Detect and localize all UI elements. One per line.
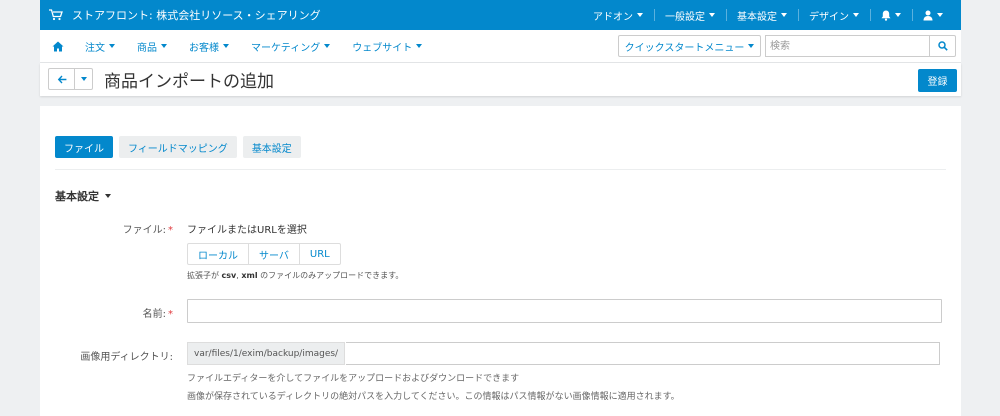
name-field[interactable] [187,299,942,323]
arrow-left-icon [57,75,66,83]
topmenu-basic-settings-label: 基本設定 [737,11,777,23]
nav-orders-label: 注文 [85,42,105,54]
search-icon [937,41,948,51]
storefront-selector[interactable]: ストアフロント: 株式会社リソース・シェアリング [49,7,321,23]
chevron-down-icon [748,44,755,48]
topmenu-addons-label: アドオン [593,11,633,23]
file-hint-suffix: のファイルのみアップロードできます。 [257,271,404,280]
chevron-down-icon [937,13,943,17]
nav-products[interactable]: 商品 [126,39,178,54]
user-menu[interactable] [912,0,961,30]
file-hint-prefix: 拡張子が [187,271,222,280]
tab-basic-settings[interactable]: 基本設定 [242,136,301,158]
tab-divider [55,169,946,170]
topmenu-basic-settings[interactable]: 基本設定 [726,0,798,30]
nav-orders[interactable]: 注文 [74,39,126,54]
nav-website-label: ウェブサイト [352,42,413,54]
file-hint-ext-csv: csv [221,271,237,280]
topmenu-design[interactable]: デザイン [798,0,870,30]
search-button[interactable] [929,35,956,57]
tab-bar: ファイル フィールドマッピング 基本設定 [55,136,307,158]
image-dir-help-absolute-path: 画像が保存されているディレクトリの絶対パスを入力してください。この情報はパス情報… [187,392,680,402]
chevron-down-icon [895,13,901,17]
file-hint: 拡張子が csv, xml のファイルのみアップロードできます。 [187,270,403,281]
top-bar: ストアフロント: 株式会社リソース・シェアリング アドオン 一般設定 基本設定 … [40,0,961,30]
back-button[interactable] [48,68,75,90]
topmenu-general-settings[interactable]: 一般設定 [654,0,726,30]
file-prompt: ファイルまたはURLを選択 [187,225,307,236]
section-heading: 基本設定 [55,190,99,203]
chevron-down-icon [105,194,111,198]
search-input[interactable] [765,35,929,57]
user-icon [923,10,933,20]
cart-icon [49,9,63,21]
notifications-menu[interactable] [870,0,912,30]
page-title: 商品インポートの追加 [104,72,274,92]
name-label-text: 名前: [142,309,166,320]
page-header: 商品インポートの追加 登録 [40,63,961,96]
tab-file[interactable]: ファイル [55,136,113,158]
chevron-down-icon [80,77,87,81]
chevron-down-icon [709,13,715,17]
image-dir-help-file-editor: ファイルエディターを介してファイルをアップロードおよびダウンロードできます [187,374,520,384]
bell-icon [881,10,891,21]
section-toggle-basic-settings[interactable]: 基本設定 [55,188,111,204]
chevron-down-icon [637,13,643,17]
image-dir-field[interactable] [346,342,940,365]
name-label: 名前: * [43,305,173,320]
main-nav: 注文 商品 お客様 マーケティング ウェブサイト クイックスタートメニュー [40,30,961,63]
store-name: ストアフロント: 株式会社リソース・シェアリング [72,9,321,22]
save-button[interactable]: 登録 [918,69,957,92]
topmenu-addons[interactable]: アドオン [582,0,654,30]
chevron-down-icon [223,44,229,48]
quickstart-menu-button[interactable]: クイックスタートメニュー [618,35,761,57]
back-dropdown-toggle[interactable] [74,68,93,90]
topmenu-design-label: デザイン [809,11,849,23]
chevron-down-icon [853,13,859,17]
nav-marketing[interactable]: マーケティング [240,39,341,54]
source-local-button[interactable]: ローカル [188,244,249,264]
chevron-down-icon [324,44,331,48]
image-dir-prefix: var/files/1/exim/backup/images/ [187,342,346,365]
nav-products-label: 商品 [137,42,157,54]
nav-marketing-label: マーケティング [251,42,321,54]
chevron-down-icon [781,13,787,17]
required-mark: * [168,225,173,236]
source-server-button[interactable]: サーバ [249,244,300,264]
required-mark: * [168,309,173,320]
topmenu-general-settings-label: 一般設定 [665,11,705,23]
tab-field-mapping[interactable]: フィールドマッピング [119,136,237,158]
quickstart-menu-label: クイックスタートメニュー [624,42,745,54]
chevron-down-icon [161,44,167,48]
nav-website[interactable]: ウェブサイト [341,39,433,54]
nav-customers-label: お客様 [189,42,219,54]
file-hint-ext-xml: xml [241,271,258,280]
nav-customers[interactable]: お客様 [178,39,240,54]
chevron-down-icon [109,44,115,48]
file-label: ファイル: * [43,221,173,236]
image-dir-label: 画像用ディレクトリ: [80,352,173,363]
content-panel: ファイル フィールドマッピング 基本設定 基本設定 ファイル: * ファイルまたは… [40,106,961,416]
chevron-down-icon [416,44,423,48]
file-source-group: ローカル サーバ URL [187,243,341,265]
source-url-button[interactable]: URL [300,244,340,264]
home-icon[interactable] [52,41,64,52]
file-label-text: ファイル: [122,225,166,236]
